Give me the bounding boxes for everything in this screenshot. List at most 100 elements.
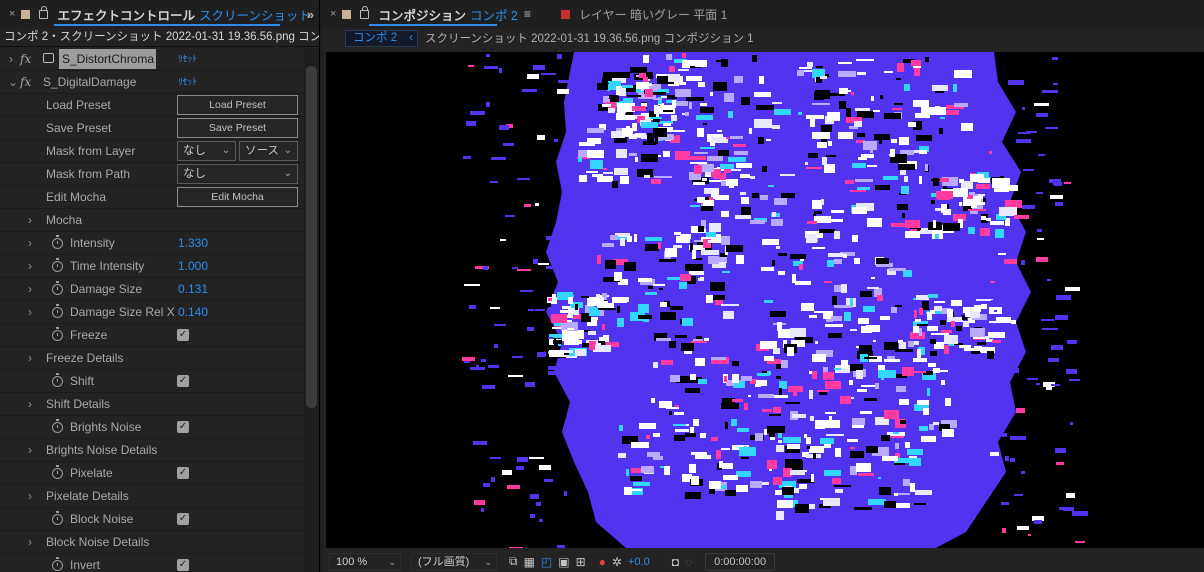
edit-mocha-button[interactable]: Edit Mocha (177, 187, 298, 207)
intensity-value[interactable]: 1.330 (178, 232, 208, 255)
stopwatch-icon[interactable] (52, 419, 63, 433)
effect-controls-tab[interactable]: × エフェクトコントロール スクリーンショット » (0, 0, 319, 28)
snapshot-region-icon[interactable]: ⧉ (509, 554, 518, 569)
zoom-dropdown[interactable]: 100 % ⌄ (329, 552, 401, 571)
stopwatch-icon[interactable] (52, 281, 63, 295)
stopwatch-icon[interactable] (52, 373, 63, 387)
layer-tab-title[interactable]: レイヤー 暗いグレー 平面 1 (579, 6, 727, 23)
freeze-checkbox[interactable]: ✓ (177, 329, 189, 341)
time-intensity-value[interactable]: 1.000 (178, 255, 208, 278)
camera-icon[interactable]: ◘ (672, 555, 679, 569)
timecode-display[interactable]: 0:00:00:00 (705, 552, 776, 571)
reset-link[interactable]: ﾘｾｯﾄ (178, 48, 197, 71)
show-snapshot-icon[interactable]: ◌ (685, 555, 692, 569)
param-damage-size-rel-x: › Damage Size Rel X 0.140 (0, 301, 304, 324)
param-label: Brights Noise (70, 420, 142, 434)
block-noise-checkbox[interactable]: ✓ (177, 513, 189, 525)
mask-path-select[interactable]: なし ⌄ (177, 164, 298, 184)
group-mocha[interactable]: › Mocha (0, 209, 304, 232)
chevron-right-icon[interactable]: › (28, 232, 32, 255)
channel-icon[interactable]: ● (599, 555, 606, 569)
param-mask-from-path: Mask from Path なし ⌄ (0, 163, 304, 186)
stopwatch-icon[interactable] (52, 511, 63, 525)
chevron-right-icon[interactable]: › (28, 439, 32, 462)
param-label: Mask from Path (46, 167, 131, 181)
stopwatch-icon[interactable] (52, 304, 63, 318)
breadcrumb-active[interactable]: コンポ 2 ‹ (345, 30, 418, 47)
group-brights-noise-details[interactable]: › Brights Noise Details (0, 439, 304, 462)
stopwatch-icon[interactable] (52, 327, 63, 341)
quality-dropdown[interactable]: (フル画質) ⌄ (411, 552, 497, 571)
transparency-grid-icon[interactable]: ▦ (524, 555, 535, 569)
layer-icon (43, 53, 54, 63)
effect-name-selected[interactable]: S_DistortChroma (59, 49, 156, 69)
chevron-right-icon[interactable]: › (28, 393, 32, 416)
damage-size-value[interactable]: 0.131 (178, 278, 208, 301)
chevron-down-icon[interactable]: ⌄ (8, 71, 18, 94)
layer-tab[interactable]: レイヤー 暗いグレー 平面 1 (561, 6, 727, 23)
pixelate-checkbox[interactable]: ✓ (177, 467, 189, 479)
lock-icon[interactable] (360, 5, 370, 19)
param-shift: Shift ✓ (0, 370, 304, 393)
panel-subtitle[interactable]: コンポ 2 (470, 5, 518, 24)
breadcrumb-next[interactable]: スクリーンショット 2022-01-31 19.36.56.png コンポジショ… (425, 28, 754, 50)
shift-checkbox[interactable]: ✓ (177, 375, 189, 387)
group-freeze-details[interactable]: › Freeze Details (0, 347, 304, 370)
brights-noise-checkbox[interactable]: ✓ (177, 421, 189, 433)
composition-viewer[interactable] (326, 52, 1204, 548)
load-preset-button[interactable]: Load Preset (177, 95, 298, 115)
grid-options-icon[interactable]: ⊞ (576, 555, 586, 569)
chevron-down-icon: ⌄ (484, 556, 492, 567)
safe-margins-icon[interactable]: ▣ (558, 555, 569, 569)
chevron-right-icon[interactable]: › (28, 209, 32, 232)
group-block-noise-details[interactable]: › Block Noise Details (0, 531, 304, 554)
close-icon[interactable]: × (330, 8, 336, 20)
select-value: なし (183, 145, 206, 157)
stopwatch-icon[interactable] (52, 465, 63, 479)
fx-icon[interactable]: fx (20, 48, 31, 71)
group-label: Freeze Details (46, 351, 124, 365)
stopwatch-icon[interactable] (52, 235, 63, 249)
chevron-right-icon[interactable]: › (28, 255, 32, 278)
param-invert: Invert ✓ (0, 554, 304, 572)
invert-checkbox[interactable]: ✓ (177, 559, 189, 571)
param-label: Time Intensity (70, 259, 145, 273)
group-label: Shift Details (46, 397, 111, 411)
group-shift-details[interactable]: › Shift Details (0, 393, 304, 416)
chevron-double-right-icon[interactable]: » (307, 7, 314, 22)
panel-title[interactable]: コンポジション (378, 5, 466, 24)
mask-layer-select[interactable]: なし ⌄ (177, 141, 236, 161)
stopwatch-icon[interactable] (52, 258, 63, 272)
damage-size-rel-x-value[interactable]: 0.140 (178, 301, 208, 324)
chevron-left-icon[interactable]: ‹ (409, 31, 413, 46)
param-label: Invert (70, 558, 101, 572)
effect-row-distort-chroma[interactable]: › fx S_DistortChroma ﾘｾｯﾄ (0, 48, 304, 71)
param-label: Freeze (70, 328, 108, 342)
panel-title: エフェクトコントロール (57, 8, 195, 23)
group-label: Pixelate Details (46, 489, 129, 503)
chevron-right-icon[interactable]: › (28, 301, 32, 324)
chevron-right-icon[interactable]: › (9, 48, 13, 71)
panel-subtitle: スクリーンショット (198, 8, 311, 23)
menu-icon[interactable]: ≡ (524, 7, 531, 21)
chevron-right-icon[interactable]: › (28, 278, 32, 301)
group-label: Mocha (46, 213, 83, 227)
chevron-right-icon[interactable]: › (28, 531, 32, 554)
group-pixelate-details[interactable]: › Pixelate Details (0, 485, 304, 508)
scrollbar-thumb[interactable] (306, 66, 317, 408)
chevron-right-icon[interactable]: › (28, 347, 32, 370)
exposure-value[interactable]: +0.0 (628, 556, 650, 568)
reset-link[interactable]: ﾘｾｯﾄ (178, 71, 197, 94)
lock-icon[interactable] (39, 5, 49, 19)
mask-source-select[interactable]: ソース ⌄ (239, 141, 298, 161)
effect-row-digital-damage[interactable]: ⌄ fx S_DigitalDamage ﾘｾｯﾄ (0, 71, 304, 94)
stopwatch-icon[interactable] (52, 557, 63, 571)
close-icon[interactable]: × (9, 8, 15, 20)
fx-icon[interactable]: fx (20, 71, 31, 94)
chevron-right-icon[interactable]: › (28, 485, 32, 508)
param-pixelate: Pixelate ✓ (0, 462, 304, 485)
mask-path-icon[interactable]: ◰ (541, 555, 552, 569)
save-preset-button[interactable]: Save Preset (177, 118, 298, 138)
reset-exposure-icon[interactable]: ✲ (612, 555, 622, 569)
select-value: なし (183, 168, 206, 180)
